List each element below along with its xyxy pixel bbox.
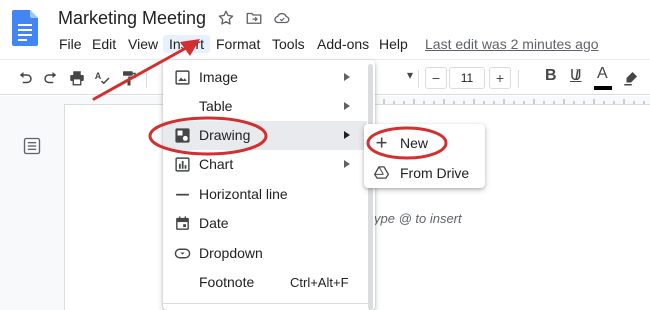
toolbar-divider: [518, 70, 519, 88]
cloud-status-icon[interactable]: [273, 9, 291, 27]
menu-tools[interactable]: Tools: [266, 35, 311, 53]
menu-file[interactable]: File: [53, 35, 88, 53]
submenu-item-from-drive[interactable]: From Drive: [364, 158, 485, 188]
dropdown-chip-icon: [174, 245, 191, 262]
menu-edit[interactable]: Edit: [86, 35, 122, 53]
menu-item-label: Footnote: [199, 274, 255, 290]
insert-placeholder-text: ype @ to insert: [374, 211, 462, 226]
document-title[interactable]: Marketing Meeting: [58, 8, 206, 29]
horizontal-line-icon: [174, 186, 191, 203]
plus-icon: [374, 135, 389, 150]
document-outline-icon[interactable]: [22, 136, 42, 156]
menu-item-horizontal-line[interactable]: Horizontal line: [163, 180, 367, 209]
underline-button[interactable]: U: [570, 67, 582, 85]
menu-item-label: Drawing: [199, 127, 251, 143]
menu-item-footnote[interactable]: Footnote Ctrl+Alt+F: [163, 268, 367, 297]
menu-item-label: Chart: [199, 156, 234, 172]
menu-item-date[interactable]: Date: [163, 209, 367, 238]
submenu-item-label: New: [400, 135, 429, 151]
menu-insert[interactable]: Insert: [163, 35, 211, 53]
svg-text:A: A: [95, 71, 102, 81]
highlight-pen-icon[interactable]: [622, 69, 640, 87]
print-icon[interactable]: [68, 69, 86, 87]
menu-item-chart[interactable]: Chart: [163, 150, 367, 179]
menu-format[interactable]: Format: [210, 35, 266, 53]
submenu-item-label: From Drive: [400, 165, 470, 181]
submenu-arrow-icon: [343, 130, 351, 140]
spellcheck-icon[interactable]: A: [94, 69, 112, 87]
menu-divider: [163, 303, 369, 304]
image-icon: [174, 69, 191, 86]
submenu-arrow-icon: [343, 159, 351, 169]
menu-item-label: Date: [199, 215, 229, 231]
last-edit-link[interactable]: Last edit was 2 minutes ago: [425, 36, 599, 52]
decrease-font-size-button[interactable]: −: [425, 67, 447, 89]
move-folder-icon[interactable]: [245, 9, 263, 27]
font-dropdown-arrow-icon[interactable]: ▾: [407, 68, 413, 82]
toolbar-divider: [418, 70, 419, 88]
drawing-submenu: New From Drive: [364, 124, 485, 188]
bold-button[interactable]: B: [545, 67, 557, 85]
submenu-arrow-icon: [343, 101, 351, 111]
menu-item-label: Dropdown: [199, 245, 263, 261]
paint-format-icon[interactable]: [120, 69, 138, 87]
menu-help[interactable]: Help: [373, 35, 414, 53]
undo-icon[interactable]: [16, 69, 34, 87]
calendar-icon: [174, 215, 191, 232]
keyboard-shortcut: Ctrl+Alt+F: [290, 275, 349, 290]
toolbar-divider: [146, 70, 147, 88]
star-icon[interactable]: [217, 9, 235, 27]
submenu-item-new[interactable]: New: [364, 128, 485, 158]
text-color-button[interactable]: A: [597, 65, 608, 83]
submenu-arrow-icon: [343, 72, 351, 82]
menu-add-ons[interactable]: Add-ons: [311, 35, 375, 53]
menu-item-drawing[interactable]: Drawing: [163, 121, 367, 150]
chart-icon: [174, 156, 191, 173]
menu-item-dropdown[interactable]: Dropdown: [163, 239, 367, 268]
menu-item-image[interactable]: Image: [163, 63, 367, 92]
text-color-swatch: [594, 86, 612, 90]
menu-item-label: Table: [199, 98, 233, 114]
menu-view[interactable]: View: [122, 35, 164, 53]
drawing-icon: [174, 127, 191, 144]
docs-logo-icon[interactable]: [12, 10, 38, 46]
insert-menu: Image Table Drawing Chart Horizontal lin…: [163, 60, 375, 310]
redo-icon[interactable]: [42, 69, 60, 87]
font-size-input[interactable]: 11: [449, 67, 485, 89]
drive-icon: [374, 165, 389, 180]
menu-item-label: Image: [199, 69, 238, 85]
menu-item-label: Horizontal line: [199, 186, 288, 202]
increase-font-size-button[interactable]: +: [489, 67, 511, 89]
menu-item-table[interactable]: Table: [163, 92, 367, 121]
